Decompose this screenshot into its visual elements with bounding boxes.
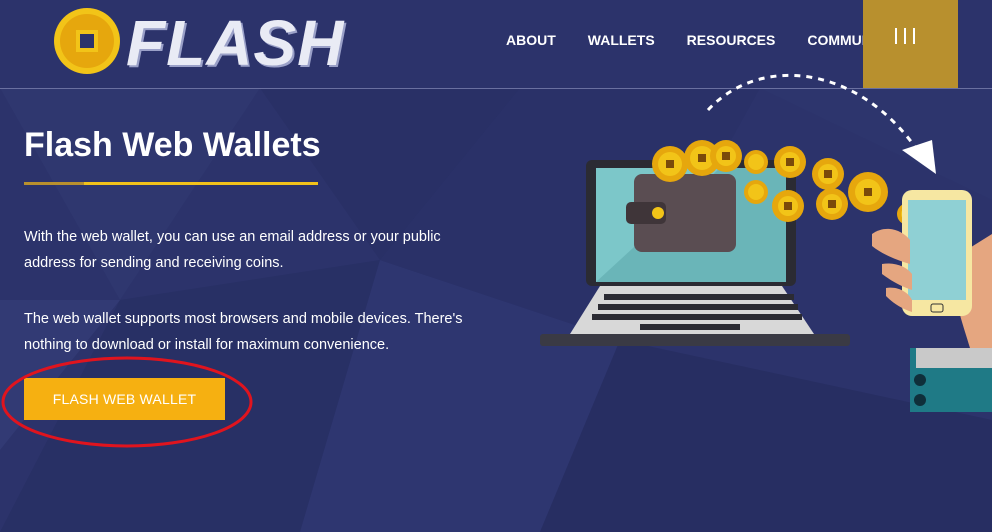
brand-logo[interactable]: FLASH: [52, 6, 343, 78]
title-underline-accent: [24, 182, 84, 185]
nav-about[interactable]: ABOUT: [506, 32, 556, 48]
nav-wallets[interactable]: WALLETS: [588, 32, 655, 48]
nav-resources[interactable]: RESOURCES: [687, 32, 776, 48]
intro-paragraph: With the web wallet, you can use an emai…: [24, 229, 441, 271]
laptop-wallet-to-phone-illustration: [540, 73, 992, 412]
hamburger-menu-icon: [895, 28, 915, 44]
flash-web-wallet-button[interactable]: FLASH WEB WALLET: [24, 378, 225, 420]
brand-name: FLASH: [126, 7, 345, 79]
page-title: Flash Web Wallets: [24, 126, 321, 164]
support-paragraph: The web wallet supports most browsers an…: [24, 311, 463, 353]
coin-logo-icon: [54, 8, 120, 74]
